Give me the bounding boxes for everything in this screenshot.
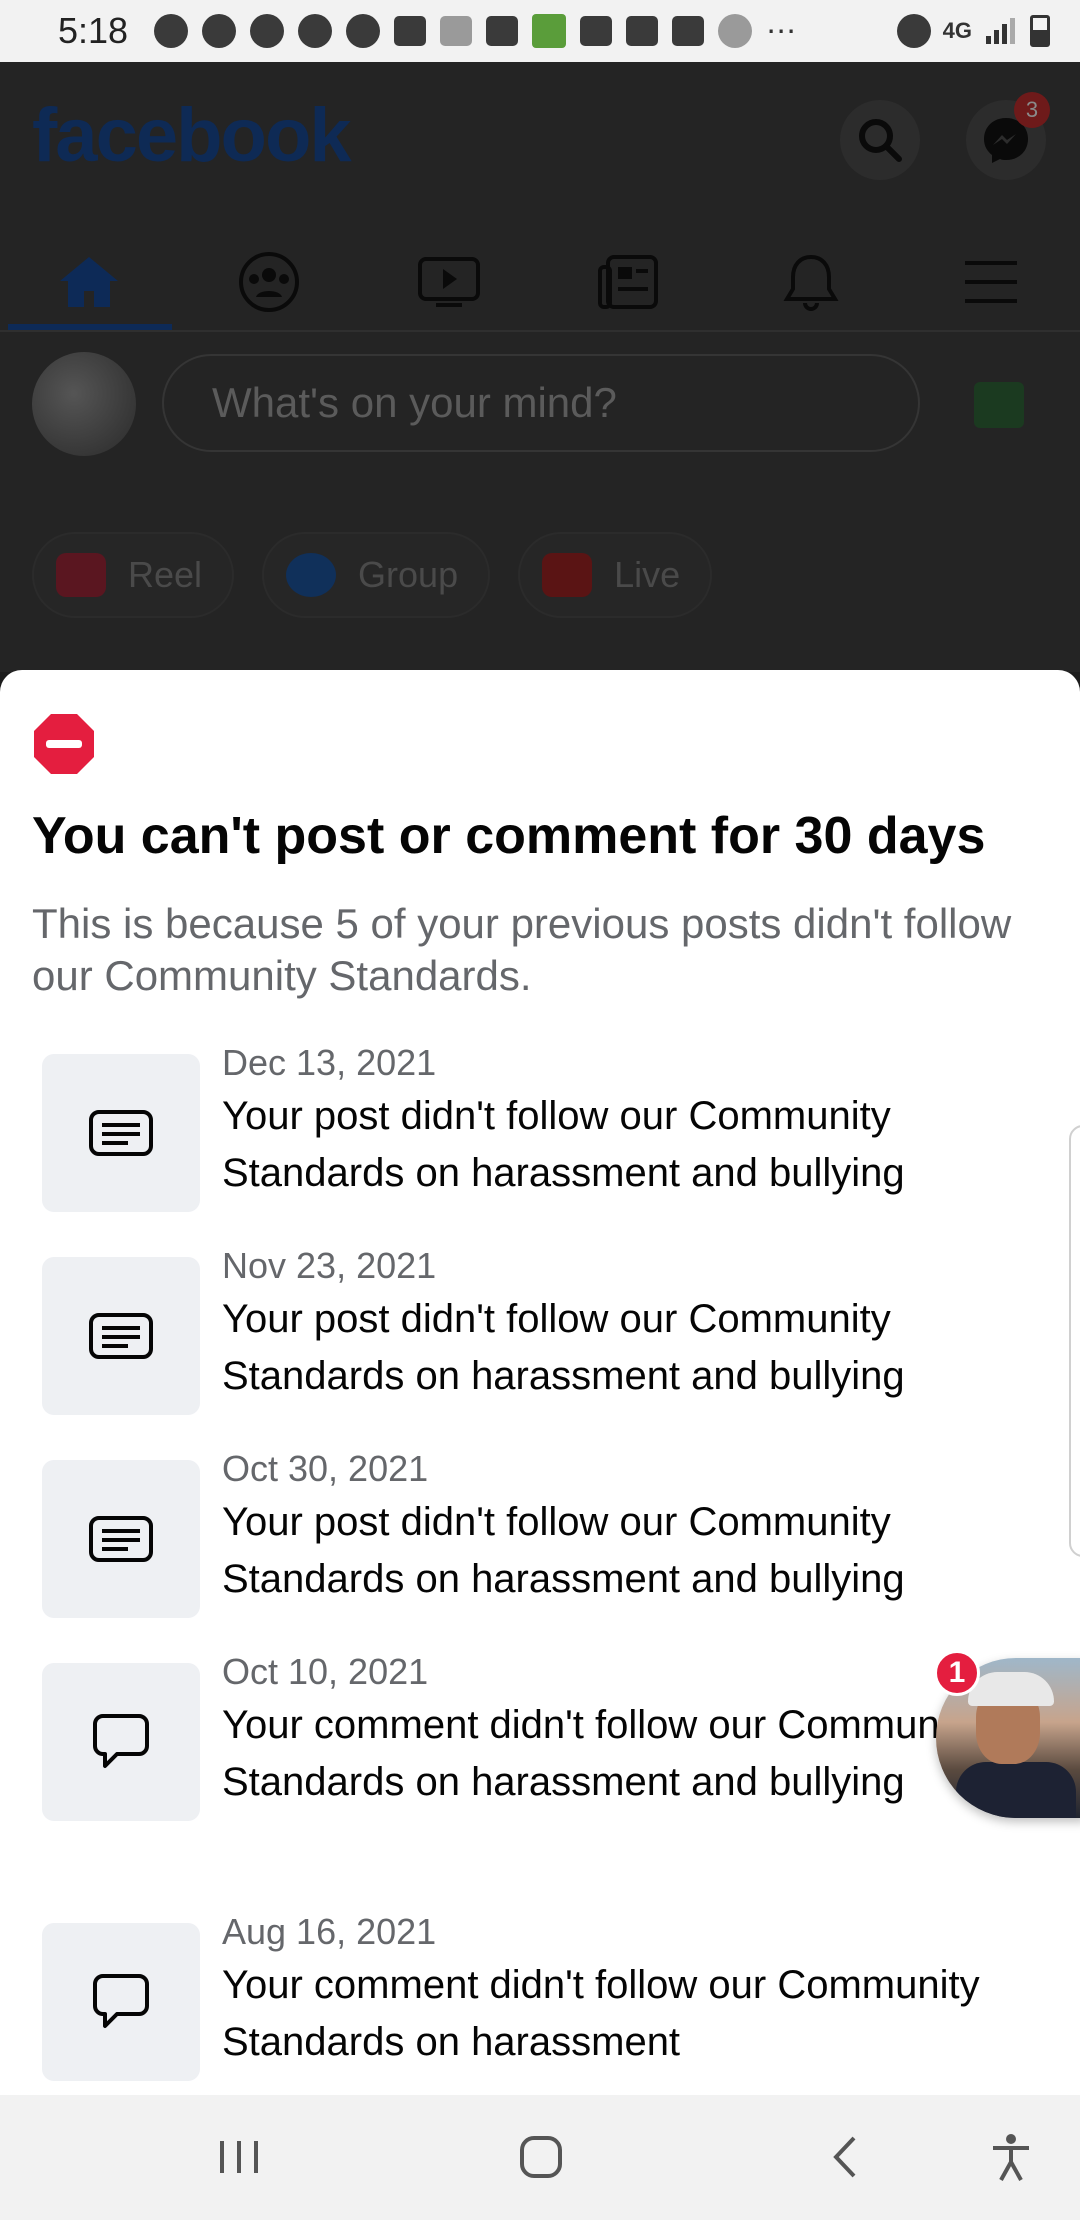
violation-text: Your post didn't follow our Community St… [222,1094,905,1195]
group-chip-label: Group [358,554,459,595]
tab-notifications[interactable] [776,252,846,312]
messenger-badge: 3 [1014,92,1050,128]
restriction-subtitle: This is because 5 of your previous posts… [32,900,1012,999]
violation-thumbnail [42,1663,200,1821]
reel-chip[interactable]: Reel [32,532,235,618]
live-icon [542,553,593,597]
chart-notification-icon [440,16,473,46]
violation-text: Your post didn't follow our Community St… [222,1500,905,1601]
profile-avatar[interactable] [32,352,136,456]
reel-chip-label: Reel [128,554,203,595]
facebook-logo: facebook [32,93,352,178]
comment-icon [93,1974,149,2028]
status-time: 5:18 [58,10,129,51]
violation-thumbnail [42,1460,200,1618]
violation-thumbnail [42,1054,200,1212]
group-icon [286,553,337,597]
cloud-notification-icon [298,14,333,48]
post-icon [89,1110,153,1156]
chat-head-photo-cap [968,1672,1054,1706]
recent-apps-button[interactable] [204,2125,274,2189]
post-composer: What's on your mind? [0,352,1080,472]
system-navigation-bar [0,2095,1080,2220]
snapchat-notification-icon [202,14,237,48]
violation-thumbnail [42,1923,200,2081]
pinterest-notification-icon [346,14,381,48]
reel-icon [56,553,106,597]
hamburger-menu-icon [965,261,1017,303]
violation-thumbnail [42,1257,200,1415]
home-icon [60,257,118,307]
accessibility-icon [993,2134,1029,2181]
tab-menu[interactable] [956,252,1026,312]
tab-groups[interactable] [234,252,304,312]
live-chip[interactable]: Live [518,532,713,618]
home-circle-icon [520,2136,562,2178]
video-icon [418,257,480,307]
cloud-notification-icon [250,14,285,48]
violation-text: Your comment didn't follow our Community… [222,1963,980,2064]
signal-icon [986,18,1015,44]
search-button[interactable] [840,100,920,180]
bell-icon [783,254,839,311]
tab-news[interactable] [594,252,664,312]
back-button[interactable] [810,2125,880,2189]
more-dots-icon: ⋯ [766,14,797,48]
violation-text: Your comment didn't follow our Community… [222,1703,980,1804]
wifi-icon [718,14,753,48]
gmail-notification-icon [580,16,613,46]
live-chip-label: Live [614,554,681,595]
system-status: 4G [896,14,1050,48]
game-notification-icon [532,14,567,48]
accessibility-button[interactable] [976,2125,1046,2189]
recent-apps-icon [220,2141,258,2173]
news-feed-icon [598,255,658,309]
gmail-notification-icon [626,16,659,46]
violation-date: Aug 16, 2021 [222,1911,437,1952]
stop-icon [34,714,94,774]
news-notification-icon [394,16,427,46]
violation-date: Nov 23, 2021 [222,1245,437,1286]
gallery-notification-icon [672,16,705,46]
restriction-bottom-sheet: You can't post or comment for 30 days Th… [0,670,1080,2095]
notification-icons: ⋯ [154,14,897,49]
violation-date: Oct 30, 2021 [222,1448,429,1489]
active-tab-indicator [8,324,172,330]
comment-icon [93,1714,149,1768]
violation-date: Dec 13, 2021 [222,1042,437,1083]
chat-head-photo-shirt [956,1762,1076,1818]
photo-icon[interactable] [974,382,1024,428]
home-button[interactable] [506,2125,576,2189]
messenger-button[interactable]: 3 [966,92,1050,180]
restriction-title: You can't post or comment for 30 days [32,807,986,865]
network-4g-icon: 4G [942,18,972,43]
whats-on-your-mind-input[interactable]: What's on your mind? [162,354,920,452]
edge-panel-handle[interactable] [1069,1125,1080,1557]
search-icon [859,119,902,162]
back-chevron-icon [833,2136,856,2178]
tab-home[interactable] [54,252,124,312]
post-icon [89,1516,153,1562]
groups-icon [239,252,299,312]
tab-watch[interactable] [414,252,484,312]
status-bar: 5:18 ⋯ 4G [0,0,1080,62]
post-icon [89,1313,153,1359]
alarm-icon [896,14,931,48]
violation-date: Oct 10, 2021 [222,1651,429,1692]
chat-head-badge: 1 [934,1650,980,1696]
facebook-app-background: facebook 3 What's on your mind? Reel Gro… [0,62,1080,672]
group-chip[interactable]: Group [262,532,491,618]
battery-icon [1030,15,1050,47]
instagram-notification-icon [486,16,519,46]
messenger-notification-icon [154,14,189,48]
violation-text: Your post didn't follow our Community St… [222,1297,905,1398]
composer-chips: Reel Group Live [32,532,713,618]
main-tab-bar [0,232,1080,332]
